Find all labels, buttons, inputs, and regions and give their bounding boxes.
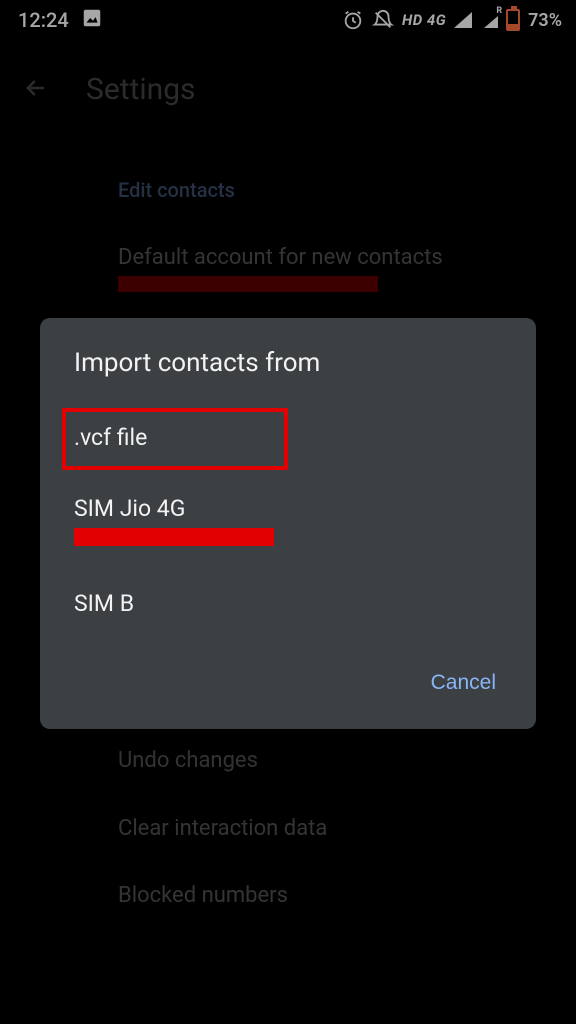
cancel-button[interactable]: Cancel — [425, 663, 502, 703]
option-sim-jio-4g[interactable]: SIM Jio 4G — [40, 473, 536, 568]
option-label: SIM B — [74, 590, 134, 617]
option-label: .vcf file — [74, 424, 147, 451]
import-contacts-dialog: Import contacts from .vcf file SIM Jio 4… — [40, 318, 536, 729]
dialog-title: Import contacts from — [40, 348, 536, 402]
option-label: SIM Jio 4G — [74, 495, 185, 522]
redacted-value — [74, 528, 274, 546]
option-sim-b[interactable]: SIM B — [40, 568, 536, 639]
option-vcf-file[interactable]: .vcf file — [40, 402, 536, 473]
